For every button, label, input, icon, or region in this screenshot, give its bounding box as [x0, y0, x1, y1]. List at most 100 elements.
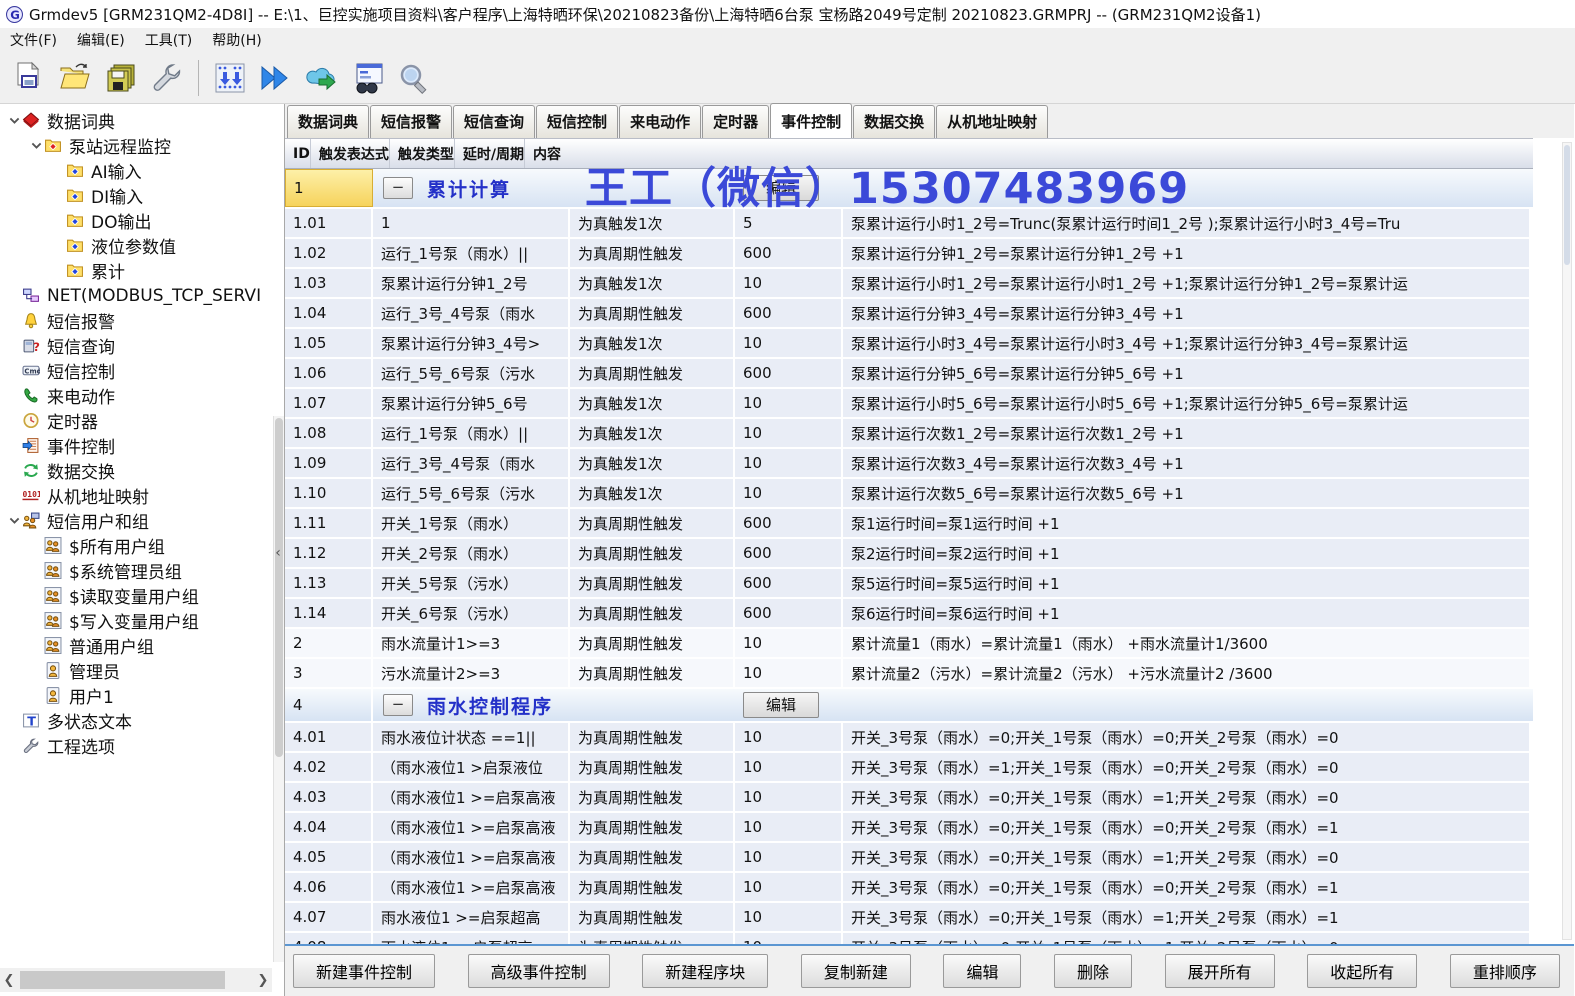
event-row-4.03[interactable]: 4.03（雨水液位1 >=启泵高液为真周期性触发10开关_3号泵（雨水）=0;开… — [285, 783, 1533, 813]
tree-item-9[interactable]: ?短信查询 — [0, 333, 284, 358]
event-row-1.06[interactable]: 1.06运行_5号_6号泵（污水为真周期性触发600泵累计运行分钟5_6号=泵累… — [285, 359, 1533, 389]
run-download-icon[interactable] — [253, 56, 299, 100]
event-row-1.09[interactable]: 1.09运行_3号_4号泵（雨水为真触发1次10泵累计运行次数3_4号=泵累计运… — [285, 449, 1533, 479]
tree-item-16[interactable]: 短信用户和组 — [0, 508, 284, 533]
tree-item-4[interactable]: DO输出 — [0, 208, 284, 233]
collapse-all-button[interactable]: 收起所有 — [1307, 954, 1417, 988]
reorder-button[interactable]: 重排顺序 — [1450, 954, 1560, 988]
event-row-1.05[interactable]: 1.05泵累计运行分钟3_4号>为真触发1次10泵累计运行小时3_4号=泵累计运… — [285, 329, 1533, 359]
tab-6[interactable]: 事件控制 — [770, 103, 852, 138]
tree-item-11[interactable]: 来电动作 — [0, 383, 284, 408]
tree-item-23[interactable]: 用户1 — [0, 683, 284, 708]
tree-item-14[interactable]: 数据交换 — [0, 458, 284, 483]
remote-debug-icon[interactable] — [345, 56, 391, 100]
tree-item-18[interactable]: $系统管理员组 — [0, 558, 284, 583]
cloud-sync-icon[interactable] — [299, 56, 345, 100]
open-project-icon[interactable] — [52, 56, 98, 100]
tree-item-8[interactable]: 短信报警 — [0, 308, 284, 333]
event-row-3[interactable]: 3污水流量计2>=3为真周期性触发10累计流量2（污水）=累计流量2（污水） +… — [285, 659, 1533, 689]
tree-item-1[interactable]: 泵站远程监控 — [0, 133, 284, 158]
tree-item-7[interactable]: NET(MODBUS_TCP_SERVI — [0, 283, 284, 308]
event-row-2[interactable]: 2雨水流量计1>=3为真周期性触发10累计流量1（雨水）=累计流量1（雨水） +… — [285, 629, 1533, 659]
expand-all-button[interactable]: 展开所有 — [1165, 954, 1275, 988]
col-header-delay[interactable]: 延时/周期 — [455, 139, 525, 168]
event-row-1.11[interactable]: 1.11开关_1号泵（雨水）为真周期性触发600泵1运行时间=泵1运行时间 +1 — [285, 509, 1533, 539]
selected-row-id-cell[interactable]: 1 — [285, 169, 373, 207]
col-header-expr[interactable]: 触发表达式 — [311, 139, 390, 168]
menu-tools[interactable]: 工具(T) — [135, 28, 202, 52]
tree-item-19[interactable]: $读取变量用户组 — [0, 583, 284, 608]
group-edit-button[interactable]: 编辑 — [743, 692, 819, 718]
event-row-1.07[interactable]: 1.07泵累计运行分钟5_6号为真触发1次10泵累计运行小时5_6号=泵累计运行… — [285, 389, 1533, 419]
scrollbar-thumb[interactable] — [20, 971, 225, 989]
event-row-4.08[interactable]: 4.08雨水液位1 > 启泵超高为真周期性触发10开关_3号泵（雨水）=0;开关… — [285, 933, 1533, 944]
tab-1[interactable]: 短信报警 — [370, 105, 452, 138]
delete-button[interactable]: 删除 — [1054, 954, 1132, 988]
edit-button[interactable]: 编辑 — [943, 954, 1021, 988]
tree-item-13[interactable]: 事件控制 — [0, 433, 284, 458]
tree-item-2[interactable]: AI输入 — [0, 158, 284, 183]
tree-item-21[interactable]: 普通用户组 — [0, 633, 284, 658]
advanced-event-button[interactable]: 高级事件控制 — [468, 954, 610, 988]
new-program-block-button[interactable]: 新建程序块 — [642, 954, 768, 988]
collapse-group-button[interactable]: − — [383, 694, 413, 716]
new-event-button[interactable]: 新建事件控制 — [293, 954, 435, 988]
chevron-down-icon[interactable] — [6, 513, 22, 529]
event-row-1.04[interactable]: 1.04运行_3号_4号泵（雨水为真周期性触发600泵累计运行分钟3_4号=泵累… — [285, 299, 1533, 329]
tab-2[interactable]: 短信查询 — [453, 105, 535, 138]
tree-item-6[interactable]: 累计 — [0, 258, 284, 283]
tab-8[interactable]: 从机地址映射 — [936, 105, 1048, 138]
import-grid-icon[interactable] — [207, 56, 253, 100]
tree-item-20[interactable]: $写入变量用户组 — [0, 608, 284, 633]
sidebar-vertical-scrollbar[interactable] — [273, 416, 284, 962]
menu-edit[interactable]: 编辑(E) — [67, 28, 135, 52]
tab-3[interactable]: 短信控制 — [536, 105, 618, 138]
col-header-type[interactable]: 触发类型 — [390, 139, 455, 168]
group-edit-button[interactable]: 编辑 — [743, 175, 819, 201]
copy-new-button[interactable]: 复制新建 — [801, 954, 911, 988]
tab-4[interactable]: 来电动作 — [619, 105, 701, 138]
event-row-1.01[interactable]: 1.011为真触发1次5泵累计运行小时1_2号=Trunc(泵累计运行时间1_2… — [285, 209, 1533, 239]
sidebar-collapse-handle[interactable]: ‹ — [273, 542, 283, 564]
chevron-down-icon[interactable] — [6, 113, 22, 129]
group-row-4[interactable]: 4−雨水控制程序编辑 — [285, 689, 1533, 723]
tree-item-24[interactable]: T多状态文本 — [0, 708, 284, 733]
tree-item-15[interactable]: 0101从机地址映射 — [0, 483, 284, 508]
tab-5[interactable]: 定时器 — [702, 105, 769, 138]
event-row-4.07[interactable]: 4.07雨水液位1 >=启泵超高为真周期性触发10开关_3号泵（雨水）=0;开关… — [285, 903, 1533, 933]
group-row-1[interactable]: 1−累计计算编辑 — [285, 169, 1533, 209]
event-row-4.02[interactable]: 4.02（雨水液位1 >启泵液位为真周期性触发10开关_3号泵（雨水）=1;开关… — [285, 753, 1533, 783]
event-row-1.14[interactable]: 1.14开关_6号泵（污水）为真周期性触发600泵6运行时间=泵6运行时间 +1 — [285, 599, 1533, 629]
tab-7[interactable]: 数据交换 — [853, 105, 935, 138]
event-row-1.08[interactable]: 1.08运行_1号泵（雨水）||为真触发1次10泵累计运行次数1_2号=泵累计运… — [285, 419, 1533, 449]
event-row-4.05[interactable]: 4.05（雨水液位1 >=启泵高液为真周期性触发10开关_3号泵（雨水）=0;开… — [285, 843, 1533, 873]
row-id-cell[interactable]: 4 — [285, 689, 373, 721]
scroll-left-icon[interactable]: ❮ — [0, 973, 18, 988]
tree-item-25[interactable]: 工程选项 — [0, 733, 284, 758]
event-row-4.06[interactable]: 4.06（雨水液位1 >=启泵高液为真周期性触发10开关_3号泵（雨水）=0;开… — [285, 873, 1533, 903]
tree-item-12[interactable]: 定时器 — [0, 408, 284, 433]
col-header-content[interactable]: 内容 — [525, 139, 561, 168]
tools-icon[interactable] — [144, 56, 190, 100]
event-row-1.12[interactable]: 1.12开关_2号泵（雨水）为真周期性触发600泵2运行时间=泵2运行时间 +1 — [285, 539, 1533, 569]
new-project-icon[interactable] — [6, 56, 52, 100]
event-row-4.01[interactable]: 4.01雨水液位计状态 ==1||为真周期性触发10开关_3号泵（雨水）=0;开… — [285, 723, 1533, 753]
event-row-1.02[interactable]: 1.02运行_1号泵（雨水）||为真周期性触发600泵累计运行分钟1_2号=泵累… — [285, 239, 1533, 269]
search-icon[interactable] — [391, 56, 437, 100]
event-row-1.03[interactable]: 1.03泵累计运行分钟1_2号为真触发1次10泵累计运行小时1_2号=泵累计运行… — [285, 269, 1533, 299]
save-all-icon[interactable] — [98, 56, 144, 100]
tree-item-0[interactable]: 数据词典 — [0, 108, 284, 133]
collapse-group-button[interactable]: − — [383, 177, 413, 199]
chevron-down-icon[interactable] — [28, 138, 44, 154]
table-vertical-scrollbar[interactable] — [1562, 142, 1572, 940]
event-row-4.04[interactable]: 4.04（雨水液位1 >=启泵高液为真周期性触发10开关_3号泵（雨水）=0;开… — [285, 813, 1533, 843]
sidebar-horizontal-scrollbar[interactable]: ❮ ❯ — [0, 968, 272, 992]
tree-item-22[interactable]: 管理员 — [0, 658, 284, 683]
col-header-id[interactable]: ID — [285, 139, 311, 168]
event-row-1.13[interactable]: 1.13开关_5号泵（污水）为真周期性触发600泵5运行时间=泵5运行时间 +1 — [285, 569, 1533, 599]
tree-item-17[interactable]: $所有用户组 — [0, 533, 284, 558]
tree-item-3[interactable]: DI输入 — [0, 183, 284, 208]
tree-item-5[interactable]: 液位参数值 — [0, 233, 284, 258]
menu-help[interactable]: 帮助(H) — [202, 28, 271, 52]
tab-0[interactable]: 数据词典 — [287, 105, 369, 138]
